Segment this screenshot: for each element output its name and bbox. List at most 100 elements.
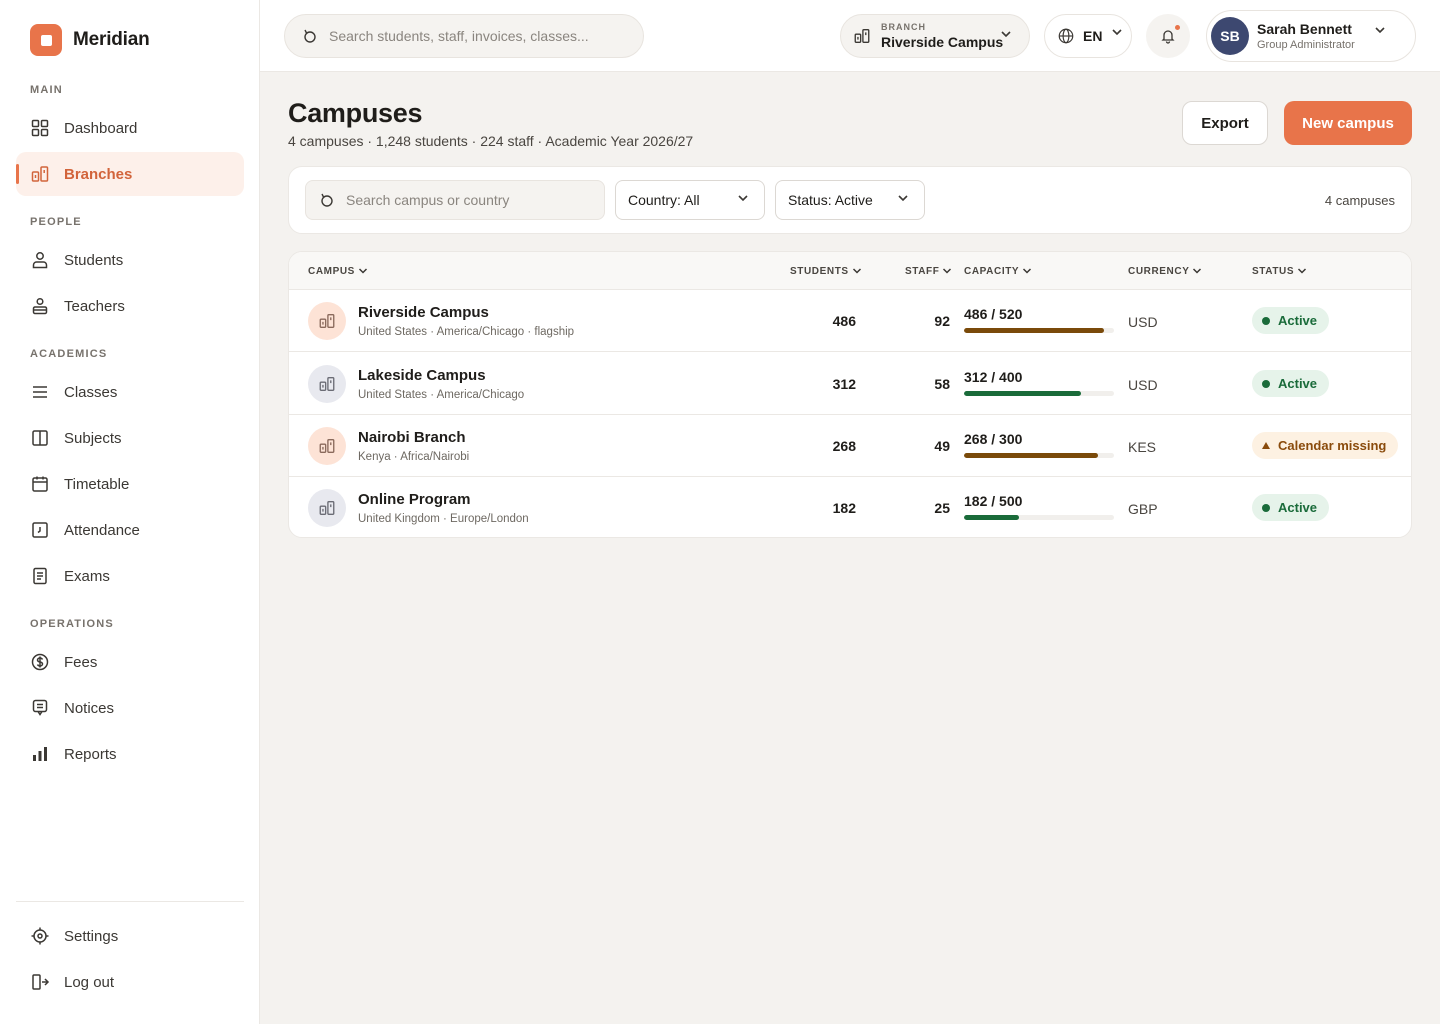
sidebar-item-classes[interactable]: Classes <box>16 370 244 414</box>
nav-section-people: PEOPLE <box>30 216 82 228</box>
sidebar-item-label: Students <box>64 251 124 269</box>
user-menu[interactable]: SB Sarah Bennett Group Administrator <box>1206 10 1416 62</box>
dollar-icon <box>31 653 49 671</box>
table-row[interactable]: Lakeside Campus United States · America/… <box>289 353 1411 415</box>
sidebar-item-students[interactable]: Students <box>16 238 244 282</box>
nav-section-academics: ACADEMICS <box>30 348 108 360</box>
campus-name[interactable]: Lakeside Campus <box>358 367 486 384</box>
filter-bar: Country: All Status: Active 4 campuses <box>288 166 1412 234</box>
sidebar: Meridian MAIN Dashboard Branches PEOPLE … <box>0 0 260 1024</box>
sidebar-item-notices[interactable]: Notices <box>16 686 244 730</box>
chevron-down-icon <box>852 268 861 274</box>
sidebar-item-exams[interactable]: Exams <box>16 554 244 598</box>
export-button[interactable]: Export <box>1182 101 1268 145</box>
sidebar-item-logout[interactable]: Log out <box>16 960 244 1004</box>
sidebar-item-label: Classes <box>64 383 118 401</box>
status-filter[interactable]: Status: Active <box>775 180 925 220</box>
chevron-down-icon <box>1375 27 1385 34</box>
list-icon <box>33 386 47 398</box>
user-role: Group Administrator <box>1257 39 1355 51</box>
notification-dot <box>1175 25 1180 30</box>
campus-search-input[interactable] <box>346 192 586 208</box>
column-status[interactable]: STATUS <box>1252 265 1308 277</box>
nav-section-main: MAIN <box>30 84 63 96</box>
new-campus-button[interactable]: New campus <box>1284 101 1412 145</box>
campus-name[interactable]: Nairobi Branch <box>358 429 466 446</box>
sidebar-item-label: Branches <box>64 165 133 183</box>
table-header: CAMPUS STUDENTS STAFF CAPACITY CURRENCY … <box>289 252 1411 290</box>
sidebar-item-label: Notices <box>64 699 115 717</box>
chevron-down-icon <box>1023 268 1032 274</box>
table-row[interactable]: Riverside Campus United States · America… <box>289 290 1411 352</box>
sidebar-item-label: Log out <box>64 973 115 991</box>
capacity-text: 182 / 500 <box>964 493 1023 509</box>
students-count: 486 <box>832 313 856 329</box>
dashboard-icon <box>31 119 49 137</box>
sidebar-item-reports[interactable]: Reports <box>16 732 244 776</box>
table-row[interactable]: Online Program United Kingdom · Europe/L… <box>289 477 1411 537</box>
sidebar-item-label: Exams <box>64 567 110 585</box>
branch-label: BRANCH <box>881 22 926 32</box>
country-filter[interactable]: Country: All <box>615 180 765 220</box>
sidebar-item-subjects[interactable]: Subjects <box>16 416 244 460</box>
campus-meta: United States · America/Chicago · flagsh… <box>358 326 575 338</box>
column-students[interactable]: STUDENTS <box>790 265 863 277</box>
status-badge: Active <box>1252 307 1330 334</box>
language-value: EN <box>1083 28 1103 44</box>
sidebar-item-dashboard[interactable]: Dashboard <box>16 106 244 150</box>
sidebar-divider <box>16 901 244 902</box>
sidebar-item-timetable[interactable]: Timetable <box>16 462 244 506</box>
currency: GBP <box>1128 501 1158 517</box>
chevron-down-icon <box>943 268 952 274</box>
branch-selector[interactable]: BRANCH Riverside Campus <box>840 14 1030 58</box>
campus-name[interactable]: Riverside Campus <box>358 304 489 321</box>
notifications-button[interactable] <box>1146 14 1190 58</box>
global-search[interactable] <box>284 14 644 58</box>
sidebar-item-label: Teachers <box>64 297 125 315</box>
sidebar-item-settings[interactable]: Settings <box>16 914 244 958</box>
campus-search[interactable] <box>305 180 605 220</box>
bell-icon <box>1161 30 1175 44</box>
settings-icon <box>31 927 49 945</box>
nav-section-operations: OPERATIONS <box>30 618 114 630</box>
capacity-bar-fill <box>964 391 1081 396</box>
branches-icon <box>31 166 49 182</box>
logout-icon <box>32 974 50 990</box>
topbar: BRANCH Riverside Campus EN SB Sarah Benn… <box>260 0 1440 72</box>
branch-building-icon <box>854 29 870 43</box>
sidebar-item-fees[interactable]: Fees <box>16 640 244 684</box>
capacity-bar-fill <box>964 453 1098 458</box>
search-icon <box>321 193 333 207</box>
brand-logo-icon <box>30 24 62 56</box>
global-search-input[interactable] <box>329 28 619 44</box>
column-staff[interactable]: STAFF <box>905 265 953 277</box>
language-selector[interactable]: EN <box>1044 14 1132 58</box>
country-filter-value: Country: All <box>628 192 700 208</box>
exam-icon <box>33 567 47 585</box>
currency: USD <box>1128 314 1158 330</box>
student-icon <box>32 252 48 269</box>
sidebar-item-label: Reports <box>64 745 117 763</box>
column-currency[interactable]: CURRENCY <box>1128 265 1203 277</box>
brand[interactable]: Meridian <box>30 24 150 56</box>
branch-value: Riverside Campus <box>881 34 1004 50</box>
campus-name[interactable]: Online Program <box>358 491 471 508</box>
chevron-down-icon <box>358 268 367 274</box>
teacher-icon <box>32 297 48 315</box>
sidebar-item-branches[interactable]: Branches <box>16 152 244 196</box>
user-name: Sarah Bennett <box>1257 21 1352 37</box>
sidebar-item-label: Subjects <box>64 429 122 447</box>
column-campus[interactable]: CAMPUS <box>308 265 369 277</box>
campus-building-icon <box>308 489 346 527</box>
chevron-down-icon <box>1112 29 1123 36</box>
chevron-down-icon <box>1298 268 1307 274</box>
chevron-down-icon <box>1001 31 1011 38</box>
sidebar-item-attendance[interactable]: Attendance <box>16 508 244 552</box>
chevron-down-icon <box>738 195 748 202</box>
table-row[interactable]: Nairobi Branch Kenya · Africa/Nairobi 26… <box>289 415 1411 477</box>
page-subtitle: 4 campuses · 1,248 students · 224 staff … <box>288 133 694 149</box>
column-capacity[interactable]: CAPACITY <box>964 265 1033 277</box>
sidebar-item-teachers[interactable]: Teachers <box>16 284 244 328</box>
campus-meta: Kenya · Africa/Nairobi <box>358 451 470 463</box>
staff-count: 58 <box>934 376 950 392</box>
